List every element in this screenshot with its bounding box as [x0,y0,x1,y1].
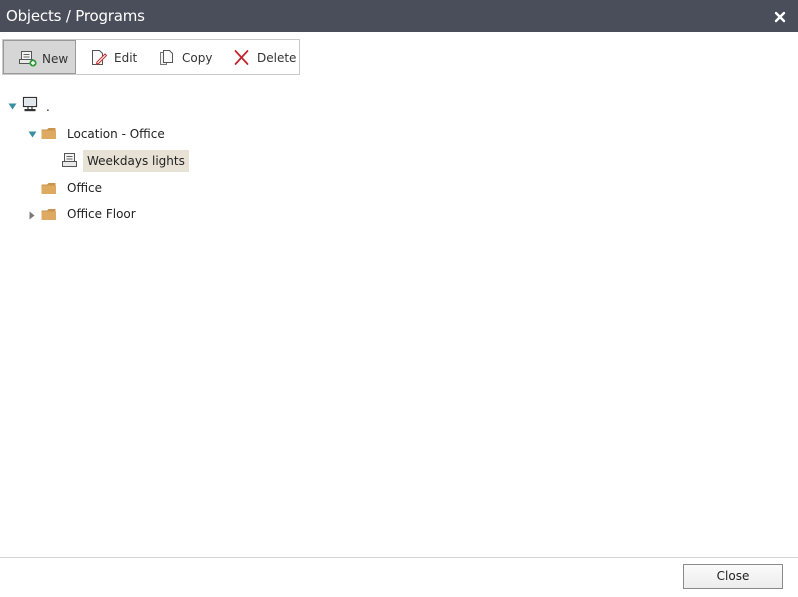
folder-icon [41,209,56,220]
tree-item-weekdays-lights[interactable]: Weekdays lights [0,150,300,172]
tree-root[interactable]: . [0,96,300,118]
edit-button-label: Edit [114,51,138,65]
computer-icon [22,96,38,112]
folder-icon [41,183,56,194]
objects-programs-dialog: Objects / Programs New Edit Copy Delete … [0,0,798,597]
copy-button-label: Copy [182,51,213,65]
delete-x-icon [234,50,249,65]
tree-item-label: Weekdays lights [83,150,189,172]
new-button[interactable]: New [3,40,76,74]
folder-icon [41,128,56,139]
edit-icon [92,50,108,65]
close-button[interactable]: Close [683,564,783,589]
close-x-icon[interactable] [773,9,787,23]
delete-button[interactable]: Delete [222,40,298,74]
toolbar: New Edit Copy Delete [2,39,300,75]
expanded-arrow-icon[interactable] [28,131,37,138]
new-program-icon [19,51,37,67]
tree-item-office[interactable]: Office [0,178,300,200]
window-title: Objects / Programs [6,7,145,25]
title-bar: Objects / Programs [0,0,798,32]
footer-divider [0,557,798,558]
tree-item-label: Office [67,181,103,195]
tree-item-label: Location - Office [67,127,165,141]
new-button-label: New [42,52,69,66]
edit-button[interactable]: Edit [79,40,145,74]
expanded-arrow-icon[interactable] [8,103,17,110]
collapsed-arrow-icon[interactable] [29,211,35,220]
tree-item-location-office[interactable]: Location - Office [0,123,300,145]
copy-button[interactable]: Copy [147,40,219,74]
program-icon [62,153,77,167]
delete-button-label: Delete [257,51,297,65]
tree-item-label: Office Floor [67,207,136,221]
tree-item-office-floor[interactable]: Office Floor [0,204,300,226]
tree-root-label: . [46,100,50,114]
copy-icon [160,50,173,65]
